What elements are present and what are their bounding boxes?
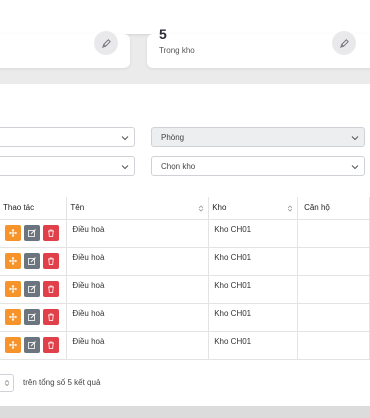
move-button[interactable] <box>5 281 21 297</box>
warehouse-select[interactable]: Chọn kho <box>151 156 365 176</box>
stat-value: 5 <box>159 26 167 42</box>
col-header-apartment[interactable]: Căn hộ <box>297 197 370 220</box>
move-button[interactable] <box>5 337 21 353</box>
delete-button[interactable] <box>43 309 59 325</box>
stat-icon-circle <box>94 31 118 55</box>
move-button[interactable] <box>5 309 21 325</box>
move-button[interactable] <box>5 225 21 241</box>
edit-button[interactable] <box>24 253 40 269</box>
delete-button[interactable] <box>43 253 59 269</box>
chevron-down-icon <box>121 165 129 170</box>
delete-button[interactable] <box>43 281 59 297</box>
col-header-actions: Thao tác <box>0 197 68 220</box>
bottom-strip <box>0 406 370 418</box>
row-actions <box>0 219 68 248</box>
col-header-name[interactable]: Tên <box>66 197 210 220</box>
cell-name: Điều hoà <box>66 247 210 276</box>
edit-button[interactable] <box>24 337 40 353</box>
edit-button[interactable] <box>24 225 40 241</box>
table-row: Điều hoà Kho CH01 <box>0 331 370 360</box>
cell-warehouse: Kho CH01 <box>208 303 299 332</box>
chevron-down-icon <box>351 136 359 141</box>
cell-name: Điều hoà <box>66 303 210 332</box>
stat-card-total <box>0 31 130 68</box>
move-button[interactable] <box>5 253 21 269</box>
filter-select-2[interactable] <box>0 156 135 176</box>
chevron-updown-icon <box>4 380 10 386</box>
filter-select-1[interactable] <box>0 127 135 147</box>
cell-warehouse: Kho CH01 <box>208 275 299 304</box>
result-summary: trên tổng số 5 kết quả <box>23 378 101 387</box>
warehouse-select-value: Chọn kho <box>161 162 196 171</box>
pen-icon <box>101 38 111 48</box>
edit-button[interactable] <box>24 281 40 297</box>
edit-button[interactable] <box>24 309 40 325</box>
delete-button[interactable] <box>43 337 59 353</box>
cell-warehouse: Kho CH01 <box>208 331 299 360</box>
row-actions <box>0 275 68 304</box>
table-header-row: Thao tác Tên Kho Căn hộ <box>0 197 370 220</box>
cell-apartment <box>297 331 370 360</box>
row-actions <box>0 331 68 360</box>
room-select[interactable]: Phòng <box>151 127 365 147</box>
cell-apartment <box>297 219 370 248</box>
cell-name: Điều hoà <box>66 219 210 248</box>
delete-button[interactable] <box>43 225 59 241</box>
sort-icon <box>198 205 204 212</box>
stat-icon-circle <box>332 31 356 55</box>
col-header-warehouse[interactable]: Kho <box>208 197 299 220</box>
table-row: Điều hoà Kho CH01 <box>0 303 370 332</box>
row-actions <box>0 247 68 276</box>
chevron-down-icon <box>351 165 359 170</box>
cell-warehouse: Kho CH01 <box>208 219 299 248</box>
stat-label: Trong kho <box>159 46 195 55</box>
cell-apartment <box>297 275 370 304</box>
cell-name: Điều hoà <box>66 331 210 360</box>
table-row: Điều hoà Kho CH01 <box>0 275 370 304</box>
row-actions <box>0 303 68 332</box>
page-size-select[interactable] <box>0 374 14 392</box>
inventory-table: Thao tác Tên Kho Căn hộ Điều hoà Kho CH01… <box>0 197 370 360</box>
stat-card-in-stock: 5 Trong kho <box>147 26 370 68</box>
table-row: Điều hoà Kho CH01 <box>0 247 370 276</box>
cell-apartment <box>297 247 370 276</box>
cell-warehouse: Kho CH01 <box>208 247 299 276</box>
top-bar <box>0 0 370 34</box>
chevron-down-icon <box>121 136 129 141</box>
pen-icon <box>339 38 349 48</box>
sort-icon <box>287 205 293 212</box>
cell-apartment <box>297 303 370 332</box>
room-select-value: Phòng <box>161 133 185 142</box>
cell-name: Điều hoà <box>66 275 210 304</box>
table-row: Điều hoà Kho CH01 <box>0 219 370 248</box>
